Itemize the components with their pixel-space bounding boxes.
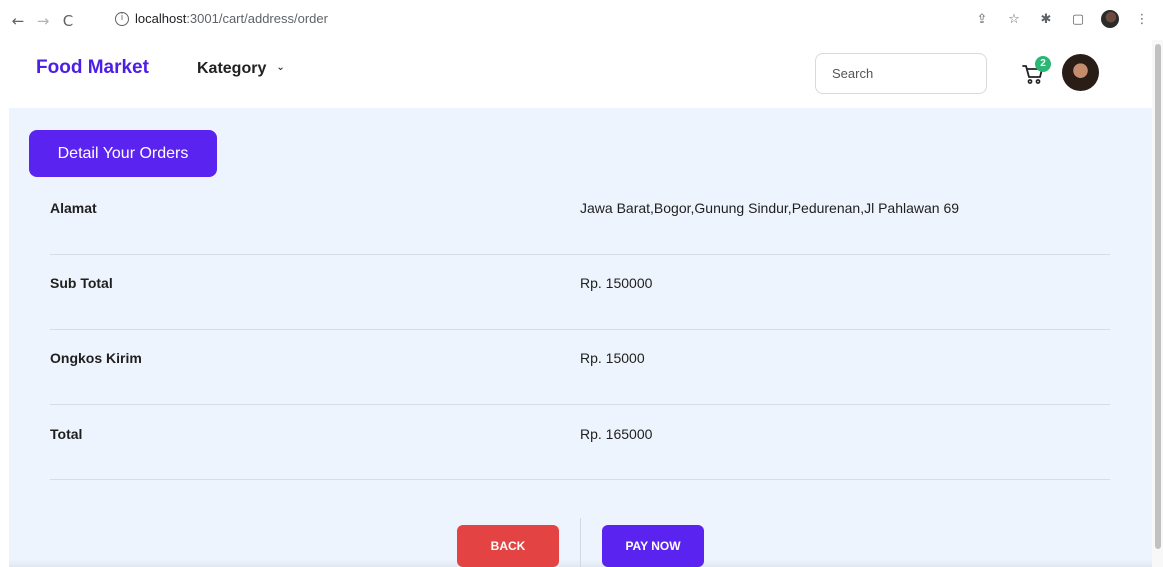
brand-logo[interactable]: Food Market <box>36 57 149 79</box>
search-input[interactable] <box>815 53 987 94</box>
forward-arrow-icon[interactable]: → <box>31 9 55 33</box>
reload-icon[interactable]: C <box>56 9 80 33</box>
chevron-down-icon: ⌄ <box>276 61 285 73</box>
pay-now-button[interactable]: PAY NOW <box>602 525 704 567</box>
cart-count-badge: 2 <box>1035 56 1051 72</box>
row-value: Jawa Barat,Bogor,Gunung Sindur,Pedurenan… <box>580 200 960 216</box>
navbar: Food Market Kategory ⌄ 2 <box>0 40 1152 108</box>
order-row-subtotal: Sub Total Rp. 150000 <box>50 255 1110 330</box>
sidebar-icon[interactable]: ▢ <box>1067 8 1089 30</box>
row-value: Rp. 150000 <box>580 275 653 291</box>
row-label: Ongkos Kirim <box>50 350 142 366</box>
star-icon[interactable]: ☆ <box>1003 8 1025 30</box>
info-icon[interactable]: i <box>115 12 129 26</box>
profile-icon[interactable] <box>1099 8 1121 30</box>
category-dropdown[interactable]: Kategory ⌄ <box>197 60 285 78</box>
app-root: Food Market Kategory ⌄ 2 Detail Your Ord… <box>0 40 1152 567</box>
url-text[interactable]: localhost:3001/cart/address/order <box>135 11 328 26</box>
scrollbar-thumb[interactable] <box>1155 44 1161 549</box>
order-row-total: Total Rp. 165000 <box>50 405 1110 480</box>
row-label: Alamat <box>50 200 97 216</box>
order-detail-panel: Detail Your Orders Alamat Jawa Barat,Bog… <box>9 108 1152 567</box>
avatar[interactable] <box>1062 54 1099 91</box>
category-label: Kategory <box>197 60 267 77</box>
button-divider <box>580 518 581 567</box>
url-path: :3001/cart/address/order <box>186 11 328 26</box>
back-button[interactable]: BACK <box>457 525 559 567</box>
kebab-menu-icon[interactable]: ⋮ <box>1131 8 1153 30</box>
url-host: localhost <box>135 11 187 26</box>
order-row-address: Alamat Jawa Barat,Bogor,Gunung Sindur,Pe… <box>50 180 1110 255</box>
row-value: Rp. 165000 <box>580 426 653 442</box>
row-value: Rp. 15000 <box>580 350 645 366</box>
extensions-icon[interactable]: ✱ <box>1035 8 1057 30</box>
row-label: Total <box>50 426 83 442</box>
share-icon[interactable]: ⇪ <box>971 8 993 30</box>
row-label: Sub Total <box>50 275 113 291</box>
back-arrow-icon[interactable]: ← <box>6 9 30 33</box>
order-row-shipping: Ongkos Kirim Rp. 15000 <box>50 330 1110 405</box>
detail-orders-button[interactable]: Detail Your Orders <box>29 130 217 177</box>
browser-toolbar: ← → C i localhost:3001/cart/address/orde… <box>0 0 1163 40</box>
